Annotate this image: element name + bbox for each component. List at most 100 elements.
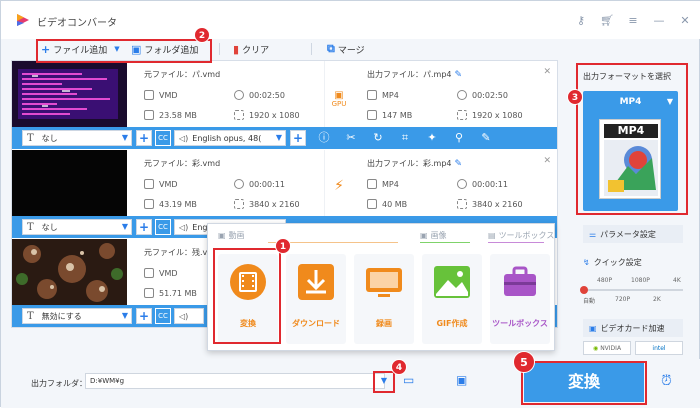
add-subtitle-button[interactable]: + (136, 308, 152, 324)
video-format-icon (144, 90, 154, 100)
scissors-icon[interactable]: ✂ (344, 130, 358, 146)
output-format: MP4 (367, 90, 399, 100)
source-size-value: 51.71 MB (159, 288, 197, 298)
audio-select[interactable]: ◁) (174, 308, 204, 324)
gif-tile-label: GIF作成 (436, 319, 468, 328)
output-duration-value: 00:02:50 (472, 90, 508, 100)
intel-logo: intel (635, 341, 683, 355)
crop-icon[interactable]: ⌗ (398, 130, 412, 146)
audio-select[interactable]: ◁) English opus, 48(▼ (174, 130, 286, 146)
cart-icon[interactable]: 🛒︎ (597, 11, 617, 29)
video-tab-icon: ▣ (218, 231, 226, 240)
rotate-icon[interactable]: ↻ (371, 130, 385, 146)
output-file-name-value: 出力ファイル：彩.mp4 (367, 159, 452, 168)
quick-settings: ↯ クイック設定 (583, 257, 642, 268)
edit-icon[interactable]: ✎ (479, 130, 493, 146)
watermark-icon[interactable]: ⚲ (452, 130, 466, 146)
slider-knob[interactable] (580, 286, 588, 294)
sliders-icon: ⚌ (589, 229, 597, 239)
source-size: 51.71 MB (144, 288, 197, 298)
nvidia-label: NVIDIA (600, 344, 622, 352)
file-size-icon (144, 199, 154, 209)
merge-button[interactable]: ⧉ マージ (327, 41, 365, 57)
audio-value: English opus, 48( (192, 133, 262, 143)
output-folder-field[interactable]: D:¥WM¥g (85, 373, 385, 389)
gpu-acceleration-button[interactable]: ▣ ビデオカード加速 (583, 319, 683, 337)
annotation-badge-2: 2 (194, 27, 210, 43)
remove-item-icon[interactable]: ✕ (543, 156, 551, 166)
clock-icon (457, 179, 467, 189)
subtitle-select[interactable]: T なし ▼ (22, 219, 132, 235)
video-thumbnail[interactable] (12, 61, 127, 127)
source-size: 23.58 MB (144, 110, 197, 120)
output-resolution-value: 1920 x 1080 (472, 110, 523, 120)
output-format-value: MP4 (382, 90, 399, 100)
add-subtitle-button[interactable]: + (136, 219, 152, 235)
image-icon (434, 266, 470, 298)
cc-icon[interactable]: CC (155, 219, 171, 235)
source-size-value: 23.58 MB (159, 110, 197, 120)
edit-tools: ⓘ ✂ ↻ ⌗ ✦ ⚲ ✎ (317, 130, 493, 146)
chevron-down-icon: ▼ (121, 222, 128, 231)
toolbar-divider (219, 43, 220, 55)
tab-image[interactable]: ▣ 画像 (420, 230, 447, 241)
output-resolution-value: 3840 x 2160 (472, 199, 523, 209)
open-folder-icon[interactable]: ▭ (403, 373, 419, 387)
output-folder-icon[interactable]: ▣ (456, 373, 472, 387)
text-icon: T (27, 132, 34, 144)
video-thumbnail[interactable] (12, 239, 127, 305)
minimize-icon[interactable]: — (649, 11, 669, 29)
file-item[interactable]: 元ファイル：パ.vmd VMD 00:02:50 23.58 MB 1920 x… (12, 61, 557, 149)
merge-icon: ⧉ (327, 42, 335, 55)
source-format-value: VMD (159, 179, 178, 189)
parameter-settings-button[interactable]: ⚌ パラメータ設定 (583, 225, 683, 243)
toolbox-tile[interactable]: ツールボックス (490, 254, 550, 344)
add-subtitle-button[interactable]: + (136, 130, 152, 146)
speaker-icon: ◁) (179, 133, 189, 143)
annotation-box-5 (521, 361, 647, 405)
video-thumbnail[interactable] (12, 150, 127, 216)
toolbar-divider (311, 43, 312, 55)
nvidia-logo: ◉ NVIDIA (583, 341, 631, 355)
cc-icon[interactable]: CC (155, 308, 171, 324)
close-window-icon[interactable]: ✕ (675, 11, 695, 29)
file-size-icon (144, 288, 154, 298)
alarm-clock-icon[interactable]: ⏰︎ (661, 373, 672, 389)
source-file-name: 元ファイル：彩.vmd (144, 159, 221, 168)
video-format-icon (367, 90, 377, 100)
app-window: ビデオコンバータ ⚷ 🛒︎ ≡ — ✕ + ファイル追加 ▼ ▣ フォルダ追加 … (0, 0, 700, 408)
file-size-icon (367, 110, 377, 120)
gif-tile[interactable]: GIF作成 (422, 254, 482, 344)
tab-video[interactable]: ▣ 動画 (218, 230, 245, 241)
record-tile[interactable]: 録画 (354, 254, 414, 344)
source-duration-value: 00:02:50 (249, 90, 285, 100)
menu-icon[interactable]: ≡ (623, 11, 643, 29)
chevron-down-icon: ▼ (121, 133, 128, 142)
pencil-icon[interactable]: ✎ (455, 159, 463, 169)
source-resolution: 3840 x 2160 (234, 199, 300, 209)
toolbox-tile-label: ツールボックス (492, 319, 548, 328)
output-file-name-value: 出力ファイル：パ.mp4 (367, 70, 452, 79)
cc-icon[interactable]: CC (155, 130, 171, 146)
download-tile[interactable]: ダウンロード (286, 254, 346, 344)
add-audio-button[interactable]: + (290, 130, 306, 146)
output-duration: 00:00:11 (457, 179, 508, 189)
output-file-name[interactable]: 出力ファイル：パ.mp4 ✎ (367, 69, 462, 80)
subtitle-select[interactable]: T 無効にする ▼ (22, 308, 132, 324)
annotation-box-2 (36, 39, 212, 63)
subtitle-select[interactable]: T なし ▼ (22, 130, 132, 146)
resolution-icon (457, 110, 467, 120)
clear-button[interactable]: ▮ クリア (233, 41, 269, 57)
remove-item-icon[interactable]: ✕ (543, 67, 551, 77)
output-file-name[interactable]: 出力ファイル：彩.mp4 ✎ (367, 158, 462, 169)
monitor-icon (366, 268, 402, 297)
effects-icon[interactable]: ✦ (425, 130, 439, 146)
clear-label: クリア (242, 45, 270, 56)
annotation-badge-4: 4 (391, 359, 407, 375)
quality-slider[interactable] (580, 286, 683, 294)
resolution-icon (234, 199, 244, 209)
tab-toolbox[interactable]: ▤ ツールボックス (488, 230, 554, 241)
key-icon[interactable]: ⚷ (571, 11, 591, 29)
pencil-icon[interactable]: ✎ (455, 70, 463, 80)
info-icon[interactable]: ⓘ (317, 130, 331, 146)
